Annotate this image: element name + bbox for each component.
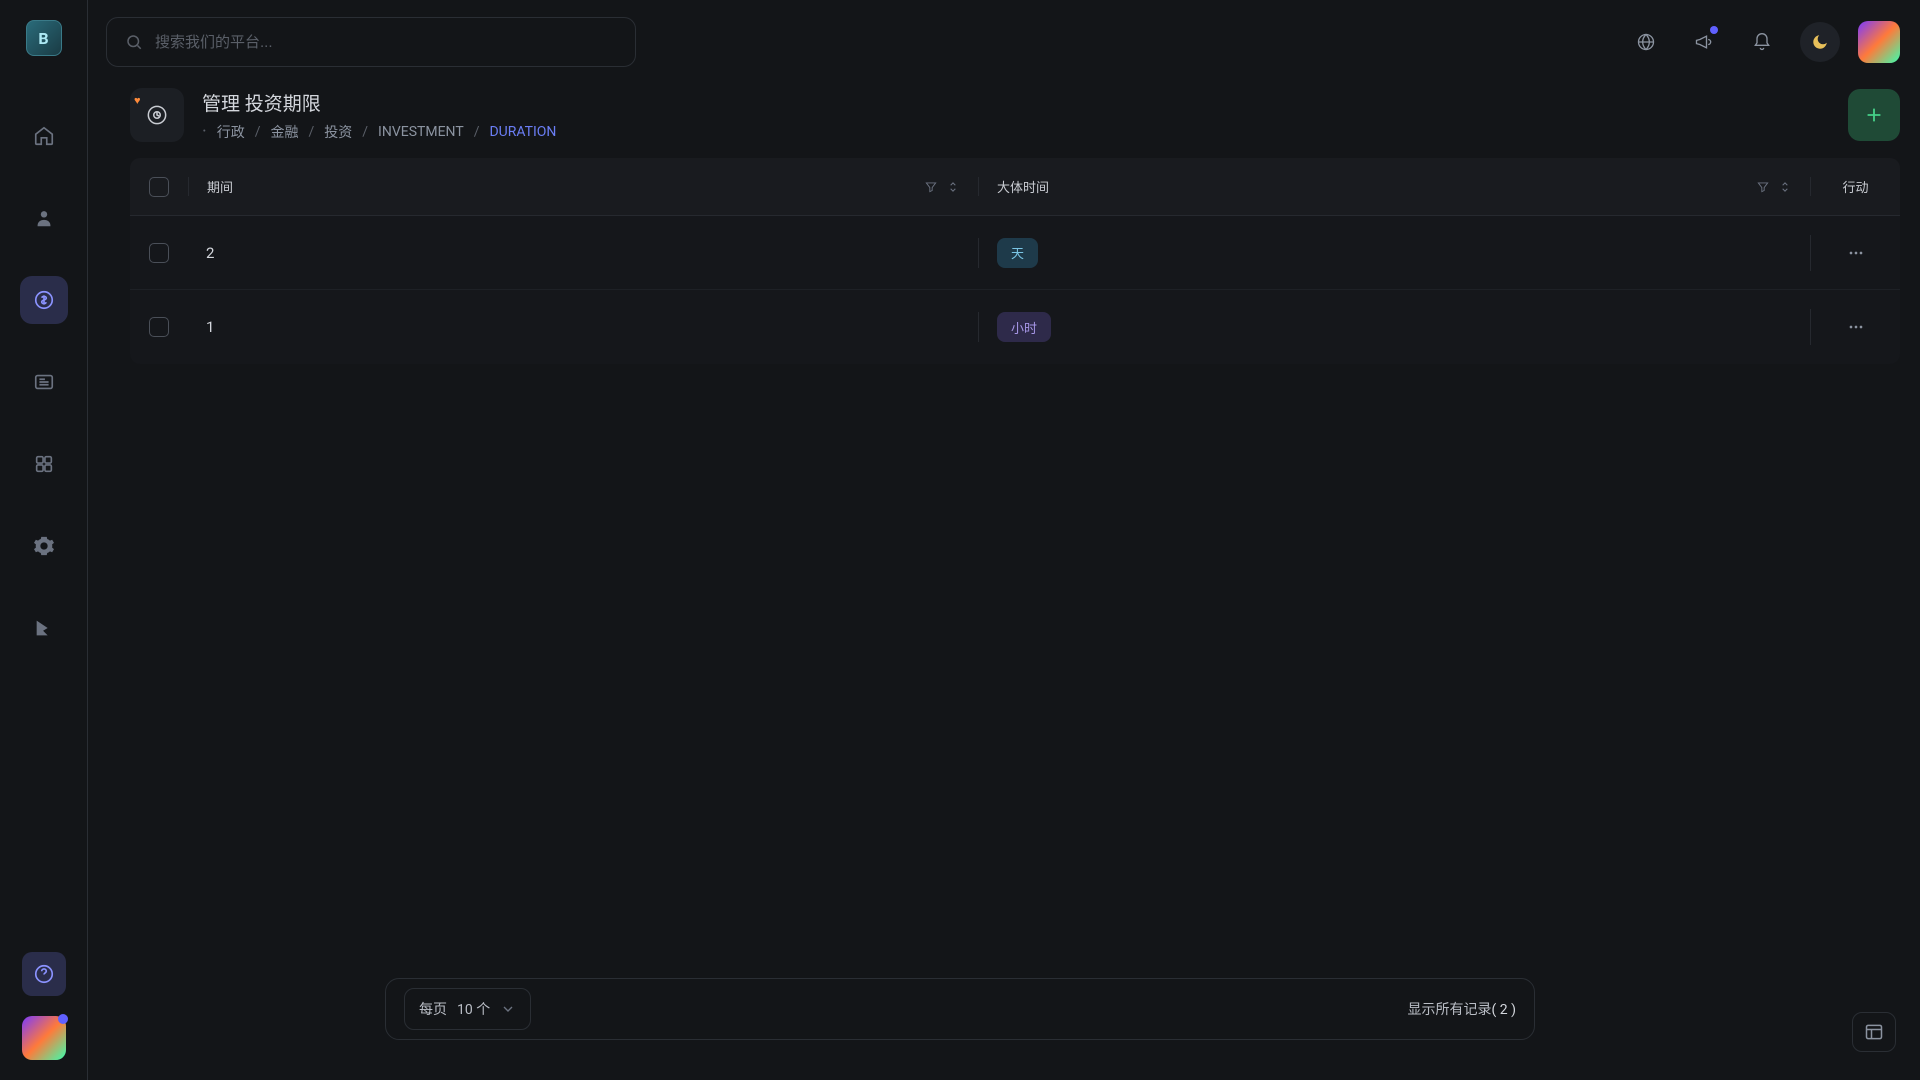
table-row[interactable]: 2 天 — [130, 216, 1900, 290]
add-button[interactable] — [1848, 89, 1900, 141]
sort-icon[interactable] — [946, 180, 960, 194]
page-icon: ♥ — [130, 88, 184, 142]
filter-icon[interactable] — [924, 180, 938, 194]
row-actions-menu[interactable] — [1838, 309, 1874, 345]
data-table: 期间 大体时间 行动 2 天 — [130, 158, 1900, 364]
column-approx-label: 大体时间 — [997, 177, 1049, 196]
per-page-value: 10 个 — [457, 999, 490, 1019]
nav-news[interactable] — [20, 358, 68, 406]
select-all-checkbox[interactable] — [149, 177, 169, 197]
page-title: 管理 投资期限 — [202, 89, 1830, 116]
dots-icon — [1846, 243, 1866, 263]
breadcrumb-item[interactable]: 金融 — [270, 122, 298, 142]
table-footer: 每页 10 个 显示所有记录( 2 ) — [385, 978, 1535, 1040]
per-page-label: 每页 — [419, 999, 447, 1019]
layout-icon — [1864, 1022, 1884, 1042]
search-box[interactable] — [106, 17, 636, 67]
nav-finance[interactable] — [20, 276, 68, 324]
search-input[interactable] — [155, 34, 617, 51]
table-header: 期间 大体时间 行动 — [130, 158, 1900, 216]
dots-icon — [1846, 317, 1866, 337]
notifications-button[interactable] — [1742, 22, 1782, 62]
megaphone-icon — [1694, 32, 1714, 52]
bell-icon — [1752, 32, 1772, 52]
table-row[interactable]: 1 小时 — [130, 290, 1900, 364]
globe-icon — [1636, 32, 1656, 52]
row-checkbox[interactable] — [149, 243, 169, 263]
records-count: 显示所有记录( 2 ) — [1408, 999, 1516, 1019]
nav-users[interactable] — [20, 194, 68, 242]
row-checkbox[interactable] — [149, 317, 169, 337]
column-action-label: 行动 — [1842, 177, 1868, 196]
notification-dot — [1710, 26, 1718, 34]
nav-home[interactable] — [20, 112, 68, 160]
plus-icon — [1863, 104, 1885, 126]
support-button[interactable] — [22, 952, 66, 996]
breadcrumb-item[interactable]: 投资 — [324, 122, 352, 142]
cell-period: 1 — [206, 318, 214, 336]
breadcrumb-item-current: DURATION — [489, 124, 556, 140]
row-actions-menu[interactable] — [1838, 235, 1874, 271]
cell-period: 2 — [206, 244, 214, 262]
breadcrumb-item[interactable]: INVESTMENT — [378, 124, 464, 140]
app-logo[interactable]: B — [26, 20, 62, 56]
breadcrumb-item[interactable]: 行政 — [217, 122, 245, 142]
moon-icon — [1811, 33, 1829, 51]
announcements-button[interactable] — [1684, 22, 1724, 62]
heart-icon: ♥ — [134, 94, 141, 107]
nav-settings[interactable] — [20, 522, 68, 570]
chevron-down-icon — [500, 1001, 516, 1017]
theme-toggle[interactable] — [1800, 22, 1840, 62]
sort-icon[interactable] — [1778, 180, 1792, 194]
user-avatar[interactable] — [1858, 21, 1900, 63]
clock-target-icon — [144, 102, 170, 128]
language-button[interactable] — [1626, 22, 1666, 62]
cell-approx-badge: 小时 — [997, 312, 1051, 342]
breadcrumb: · 行政 / 金融 / 投资 / INVESTMENT / DURATION — [202, 122, 1830, 142]
search-icon — [125, 33, 143, 51]
cell-approx-badge: 天 — [997, 238, 1038, 268]
nav-design[interactable] — [20, 604, 68, 652]
nav-apps[interactable] — [20, 440, 68, 488]
column-period-label: 期间 — [207, 177, 233, 196]
filter-icon[interactable] — [1756, 180, 1770, 194]
sidebar-avatar[interactable] — [22, 1016, 66, 1060]
per-page-selector[interactable]: 每页 10 个 — [404, 988, 531, 1030]
layout-toggle-button[interactable] — [1852, 1012, 1896, 1052]
